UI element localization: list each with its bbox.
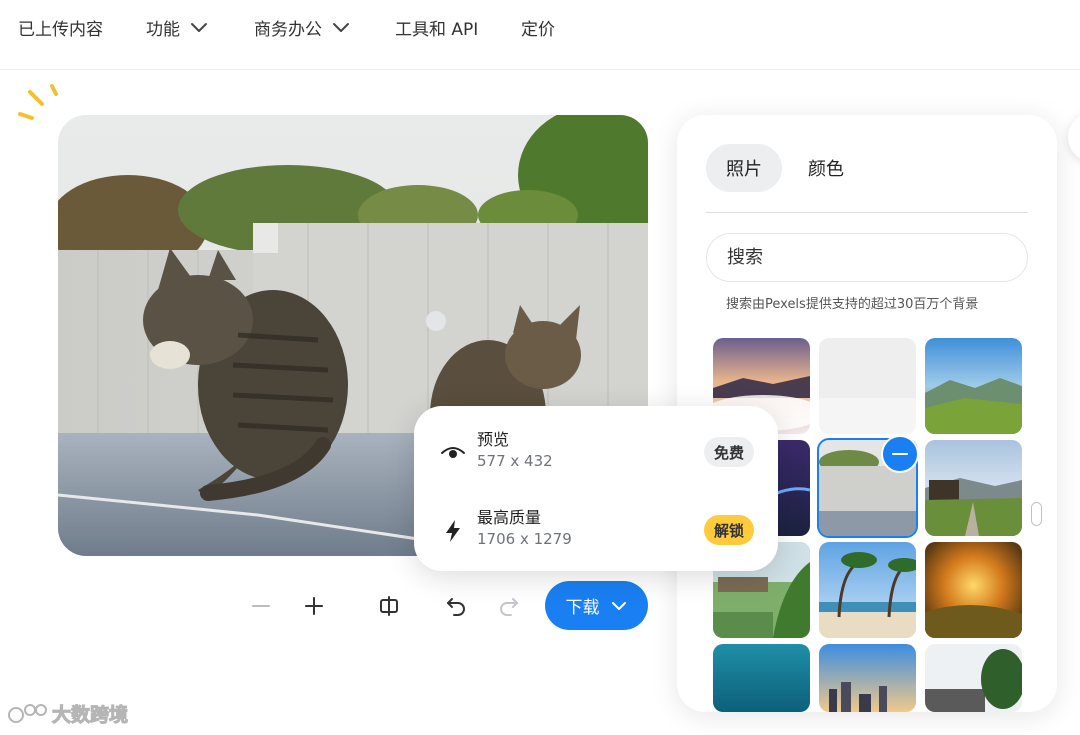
tab-photos-label: 照片 xyxy=(726,159,762,180)
download-button[interactable]: 下载 xyxy=(545,581,648,630)
download-label: 下载 xyxy=(565,598,600,618)
nav-features[interactable]: 功能 xyxy=(146,16,208,40)
undo-icon xyxy=(447,598,465,616)
undo-button[interactable] xyxy=(439,589,473,623)
compare-icon xyxy=(380,596,398,616)
nav-tools-api[interactable]: 工具和 API xyxy=(395,16,479,40)
background-thumbnail[interactable] xyxy=(925,644,1022,712)
tab-colors-label: 颜色 xyxy=(808,159,844,180)
chevron-down-icon xyxy=(191,23,207,32)
option-high-quality-title: 最高质量 xyxy=(477,508,542,527)
redo-icon xyxy=(500,598,518,616)
bolt-icon xyxy=(446,520,460,542)
eye-icon xyxy=(441,447,465,458)
background-thumbnail[interactable] xyxy=(925,440,1022,536)
option-high-quality[interactable]: 最高质量 1706 x 1279 解锁 xyxy=(414,502,778,562)
tab-colors[interactable]: 颜色 xyxy=(788,144,864,192)
option-preview-title: 预览 xyxy=(477,430,510,449)
chevron-down-icon xyxy=(333,23,349,32)
search-input[interactable] xyxy=(706,233,1028,282)
side-panel-edge-button[interactable] xyxy=(1068,112,1080,162)
option-high-quality-size: 1706 x 1279 xyxy=(477,530,572,548)
remove-background-button[interactable] xyxy=(881,435,919,473)
nav-pricing[interactable]: 定价 xyxy=(521,16,555,40)
plus-icon xyxy=(305,597,323,615)
free-badge: 免费 xyxy=(703,437,754,467)
nav-features-label: 功能 xyxy=(146,19,180,40)
background-thumbnail[interactable] xyxy=(925,542,1022,638)
background-thumbnail[interactable] xyxy=(925,338,1022,434)
nav-uploads-label: 已上传内容 xyxy=(18,19,103,40)
unlock-badge[interactable]: 解锁 xyxy=(703,515,754,545)
watermark-logo-icon xyxy=(8,703,47,723)
minus-icon xyxy=(892,452,908,456)
background-thumbnail[interactable] xyxy=(713,644,810,712)
tab-photos[interactable]: 照片 xyxy=(706,144,782,192)
zoom-in-button[interactable] xyxy=(297,589,331,623)
compare-button[interactable] xyxy=(372,589,406,623)
panel-scrollbar[interactable] xyxy=(1031,502,1042,526)
nav-business[interactable]: 商务办公 xyxy=(254,16,350,40)
background-thumbnail[interactable] xyxy=(819,644,916,712)
download-options-popover: 预览 577 x 432 免费 最高质量 1706 x 1279 解锁 xyxy=(414,406,778,571)
minus-icon xyxy=(252,605,270,607)
sparkle-icon xyxy=(18,84,58,120)
option-preview[interactable]: 预览 577 x 432 免费 xyxy=(414,424,778,484)
nav-business-label: 商务办公 xyxy=(254,19,322,40)
option-preview-size: 577 x 432 xyxy=(477,452,553,470)
panel-divider xyxy=(706,212,1028,213)
nav-uploads[interactable]: 已上传内容 xyxy=(18,16,103,40)
zoom-out-button[interactable] xyxy=(244,589,278,623)
redo-button[interactable] xyxy=(492,589,526,623)
background-thumbnail[interactable] xyxy=(819,338,916,434)
chevron-down-icon xyxy=(611,601,626,610)
watermark: 大数跨境 xyxy=(8,700,129,727)
nav-pricing-label: 定价 xyxy=(521,19,555,40)
background-thumbnail[interactable] xyxy=(819,542,916,638)
search-note: 搜索由Pexels提供支持的超过30百万个背景 xyxy=(726,297,979,312)
nav-tools-api-label: 工具和 API xyxy=(395,19,479,40)
top-nav: 已上传内容 功能 商务办公 工具和 API 定价 xyxy=(0,0,1080,70)
watermark-text: 大数跨境 xyxy=(51,704,129,727)
